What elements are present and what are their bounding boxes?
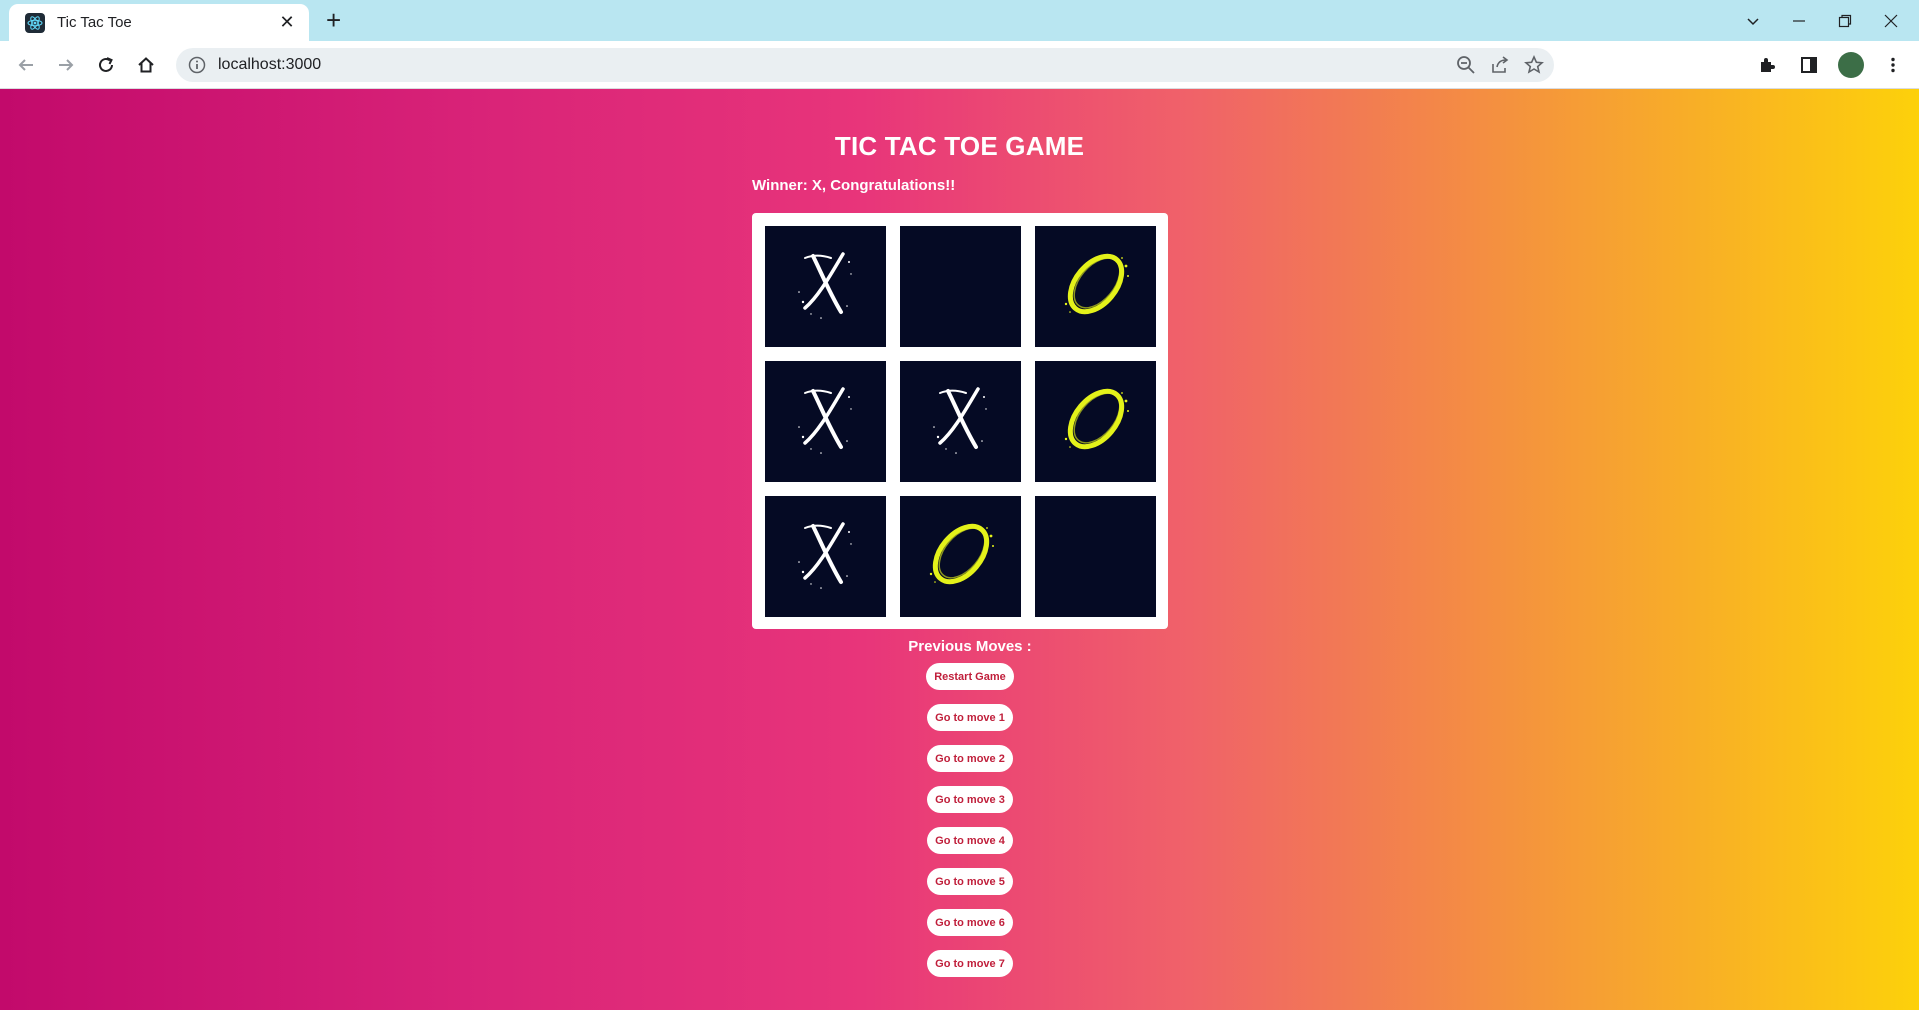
react-favicon-icon (25, 12, 45, 33)
page-viewport: TIC TAC TOE GAME Winner: X, Congratulati… (0, 89, 1919, 1010)
side-panel-icon[interactable] (1789, 45, 1829, 85)
go-to-move-button[interactable]: Go to move 7 (927, 950, 1013, 977)
new-tab-icon[interactable]: + (326, 6, 341, 34)
x-mark-icon (791, 514, 861, 599)
site-info-icon[interactable] (188, 56, 206, 74)
o-mark-icon (921, 514, 1001, 599)
tab-strip: Tic Tac Toe ✕ + (0, 0, 1919, 41)
back-icon[interactable] (6, 45, 46, 85)
zoom-out-icon[interactable] (1456, 55, 1476, 75)
board-cell[interactable] (1035, 496, 1156, 617)
board-cell[interactable] (765, 496, 886, 617)
share-icon[interactable] (1490, 55, 1510, 75)
restart-game-button[interactable]: Restart Game (926, 663, 1014, 690)
move-history-list: Restart Game Go to move 1 Go to move 2 Go … (926, 663, 1014, 991)
o-mark-icon (1056, 379, 1136, 464)
close-window-icon[interactable] (1863, 0, 1919, 41)
url-text[interactable]: localhost:3000 (218, 56, 1456, 74)
menu-kebab-icon[interactable] (1873, 45, 1913, 85)
board-cell[interactable] (900, 361, 1021, 482)
x-mark-icon (791, 379, 861, 464)
go-to-move-button[interactable]: Go to move 1 (927, 704, 1013, 731)
board-cell[interactable] (900, 496, 1021, 617)
reload-icon[interactable] (86, 45, 126, 85)
go-to-move-button[interactable]: Go to move 2 (927, 745, 1013, 772)
x-mark-icon (791, 244, 861, 329)
tab-title: Tic Tac Toe (57, 14, 132, 31)
go-to-move-button[interactable]: Go to move 5 (927, 868, 1013, 895)
board-cell[interactable] (765, 361, 886, 482)
extensions-icon[interactable] (1747, 45, 1787, 85)
game-board (752, 213, 1168, 629)
board-cell[interactable] (1035, 361, 1156, 482)
o-mark-icon (1056, 244, 1136, 329)
board-cell[interactable] (1035, 226, 1156, 347)
forward-icon[interactable] (46, 45, 86, 85)
moves-label: Previous Moves : (908, 638, 1032, 655)
go-to-move-button[interactable]: Go to move 4 (927, 827, 1013, 854)
home-icon[interactable] (126, 45, 166, 85)
browser-tab[interactable]: Tic Tac Toe ✕ (9, 4, 309, 41)
browser-toolbar: localhost:3000 (0, 41, 1919, 89)
board-cell[interactable] (765, 226, 886, 347)
board-cell[interactable] (900, 226, 1021, 347)
page-title: TIC TAC TOE GAME (834, 131, 1085, 161)
go-to-move-button[interactable]: Go to move 6 (927, 909, 1013, 936)
go-to-move-button[interactable]: Go to move 3 (927, 786, 1013, 813)
x-mark-icon (926, 379, 996, 464)
tab-close-icon[interactable]: ✕ (277, 12, 297, 33)
profile-avatar[interactable] (1838, 52, 1864, 78)
bookmark-star-icon[interactable] (1524, 55, 1544, 75)
address-bar[interactable]: localhost:3000 (176, 48, 1554, 82)
game-status: Winner: X, Congratulations!! (752, 177, 956, 194)
